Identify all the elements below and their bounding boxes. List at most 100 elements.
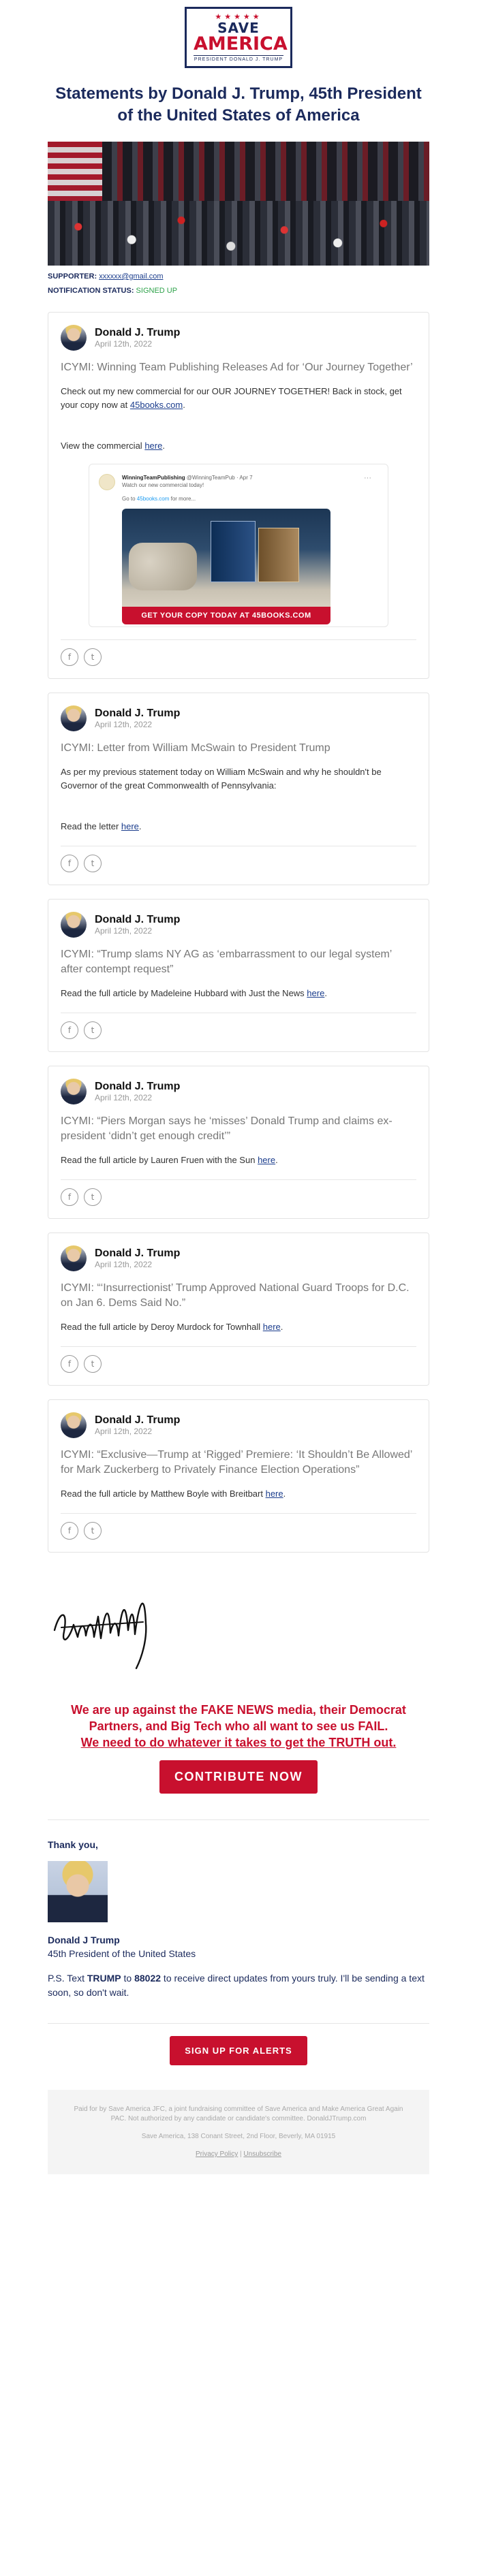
- statement-body: Read the full article by Deroy Murdock f…: [61, 1320, 416, 1334]
- twitter-share-icon[interactable]: t: [84, 1355, 102, 1373]
- share-buttons: f t: [61, 1188, 416, 1206]
- tweet-link-post: for more...: [169, 496, 196, 502]
- sign-up-for-alerts-button[interactable]: SIGN UP FOR ALERTS: [170, 2036, 307, 2065]
- facebook-share-icon[interactable]: f: [61, 1522, 78, 1540]
- alerts-row: SIGN UP FOR ALERTS: [48, 2036, 429, 2065]
- facebook-share-icon[interactable]: f: [61, 1355, 78, 1373]
- post-date: April 12th, 2022: [95, 1260, 153, 1269]
- tweet-media-image[interactable]: GET YOUR COPY TODAY AT 45BOOKS.COM: [122, 509, 330, 624]
- body-text-end: .: [280, 1322, 283, 1332]
- avatar: [61, 1079, 87, 1104]
- facebook-share-icon[interactable]: f: [61, 1188, 78, 1206]
- statement-body: As per my previous statement today on Wi…: [61, 767, 382, 791]
- avatar: [61, 1245, 87, 1271]
- mailing-address: Save America, 138 Conant Street, 2nd Flo…: [141, 2133, 336, 2140]
- author-name: Donald J. Trump: [95, 914, 181, 925]
- statement-body: Check out my new commercial for our OUR …: [61, 385, 416, 412]
- tweet-link-line: Go to 45books.com for more...: [122, 496, 378, 502]
- body-text-end: .: [324, 988, 327, 998]
- body-text-end: .: [162, 441, 165, 451]
- statement-header: Donald J. Trump April 12th, 2022: [61, 1412, 416, 1438]
- page-title: Statements by Donald J. Trump, 45th Pres…: [55, 84, 422, 125]
- statement-title: ICYMI: “Trump slams NY AG as ‘embarrassm…: [61, 949, 392, 975]
- contribute-row: CONTRIBUTE NOW: [48, 1760, 429, 1794]
- twitter-share-icon[interactable]: t: [84, 1522, 102, 1540]
- read-article-link[interactable]: here: [263, 1322, 281, 1332]
- author-name: Donald J. Trump: [95, 327, 181, 338]
- privacy-policy-link[interactable]: Privacy Policy: [196, 2150, 238, 2158]
- avatar: [61, 325, 87, 351]
- twitter-share-icon[interactable]: t: [84, 1021, 102, 1039]
- body-text-end: .: [283, 1489, 286, 1499]
- twitter-share-icon[interactable]: t: [84, 855, 102, 872]
- embedded-tweet[interactable]: WinningTeamPublishing @WinningTeamPub · …: [89, 464, 388, 627]
- logo-save-text: SAVE: [217, 20, 260, 36]
- more-options-icon[interactable]: ···: [364, 474, 371, 482]
- divider: [61, 1179, 416, 1180]
- hero-crowd: [48, 201, 429, 266]
- image-book: [211, 521, 256, 582]
- read-article-link[interactable]: here: [258, 1155, 275, 1165]
- handwritten-signature: [53, 1602, 147, 1670]
- view-commercial-link[interactable]: here: [144, 441, 162, 451]
- share-buttons: f t: [61, 1355, 416, 1373]
- avatar: [61, 705, 87, 731]
- facebook-share-icon[interactable]: f: [61, 1021, 78, 1039]
- body-text: Read the full article by Deroy Murdock f…: [61, 1322, 263, 1332]
- statement-body: Read the full article by Lauren Fruen wi…: [61, 1154, 416, 1167]
- statement-body-2: View the commercial here.: [61, 439, 416, 453]
- tweet-date: Apr 7: [239, 475, 253, 481]
- paid-for-disclaimer: Paid for by Save America JFC, a joint fu…: [74, 2105, 403, 2122]
- body-text: Read the full article by Lauren Fruen wi…: [61, 1155, 258, 1165]
- notification-status-value: SIGNED UP: [136, 287, 178, 295]
- statement-card: Donald J. Trump April 12th, 2022 ICYMI: …: [48, 693, 429, 885]
- tweet-handle: WinningTeamPublishing: [122, 475, 185, 481]
- signer-title: 45th President of the United States: [48, 1948, 196, 1959]
- divider: [48, 1819, 429, 1820]
- footer-links: Privacy Policy | Unsubscribe: [68, 2150, 409, 2159]
- statement-title: ICYMI: Winning Team Publishing Releases …: [61, 362, 413, 373]
- tweet-link[interactable]: 45books.com: [137, 496, 170, 502]
- body-text-end: .: [138, 821, 142, 831]
- share-buttons: f t: [61, 648, 416, 666]
- supporter-email-link[interactable]: xxxxxx@gmail.com: [99, 272, 163, 281]
- statement-body: Read the full article by Madeleine Hubba…: [61, 987, 416, 1000]
- save-america-logo[interactable]: ★★★★★ SAVE AMERICA PRESIDENT DONALD J. T…: [185, 7, 292, 68]
- read-article-link[interactable]: here: [307, 988, 324, 998]
- 45books-link[interactable]: 45books.com: [130, 400, 183, 410]
- hero-stage: [102, 142, 429, 206]
- twitter-share-icon[interactable]: t: [84, 648, 102, 666]
- statement-header: Donald J. Trump April 12th, 2022: [61, 325, 416, 351]
- author-name: Donald J. Trump: [95, 1414, 181, 1426]
- statement-header: Donald J. Trump April 12th, 2022: [61, 1245, 416, 1271]
- facebook-share-icon[interactable]: f: [61, 855, 78, 872]
- ps-keyword: TRUMP: [87, 1973, 121, 1984]
- statement-card: Donald J. Trump April 12th, 2022 ICYMI: …: [48, 899, 429, 1052]
- read-article-link[interactable]: here: [266, 1489, 283, 1499]
- statement-title: ICYMI: “Exclusive—Trump at ‘Rigged’ Prem…: [61, 1449, 412, 1476]
- author-name: Donald J. Trump: [95, 1247, 181, 1259]
- notification-status-label: NOTIFICATION STATUS:: [48, 287, 134, 295]
- statement-card: Donald J. Trump April 12th, 2022 ICYMI: …: [48, 312, 429, 679]
- statement-title: ICYMI: “‘Insurrectionist’ Trump Approved…: [61, 1282, 410, 1309]
- winning-team-logo: [99, 474, 115, 490]
- contribute-now-button[interactable]: CONTRIBUTE NOW: [159, 1760, 318, 1794]
- supporter-row: SUPPORTER: xxxxxx@gmail.com: [48, 270, 429, 284]
- divider: [48, 2023, 429, 2024]
- read-letter-link[interactable]: here: [121, 821, 139, 831]
- thanks-text: Thank you,: [48, 1839, 98, 1850]
- statement-body: Read the full article by Matthew Boyle w…: [61, 1487, 416, 1501]
- body-text: Read the full article by Matthew Boyle w…: [61, 1489, 266, 1499]
- statement-header: Donald J. Trump April 12th, 2022: [61, 705, 416, 731]
- statement-title: ICYMI: “Piers Morgan says he ‘misses’ Do…: [61, 1115, 393, 1142]
- body-text: View the commercial: [61, 441, 145, 451]
- divider: [61, 1346, 416, 1347]
- hero-flag: [48, 142, 102, 210]
- appeal-message: We are up against the FAKE NEWS media, t…: [48, 1702, 429, 1751]
- body-text-end: .: [275, 1155, 278, 1165]
- twitter-share-icon[interactable]: t: [84, 1188, 102, 1206]
- facebook-share-icon[interactable]: f: [61, 648, 78, 666]
- subscriber-meta: SUPPORTER: xxxxxx@gmail.com NOTIFICATION…: [48, 270, 429, 298]
- share-buttons: f t: [61, 1021, 416, 1039]
- unsubscribe-link[interactable]: Unsubscribe: [243, 2150, 281, 2158]
